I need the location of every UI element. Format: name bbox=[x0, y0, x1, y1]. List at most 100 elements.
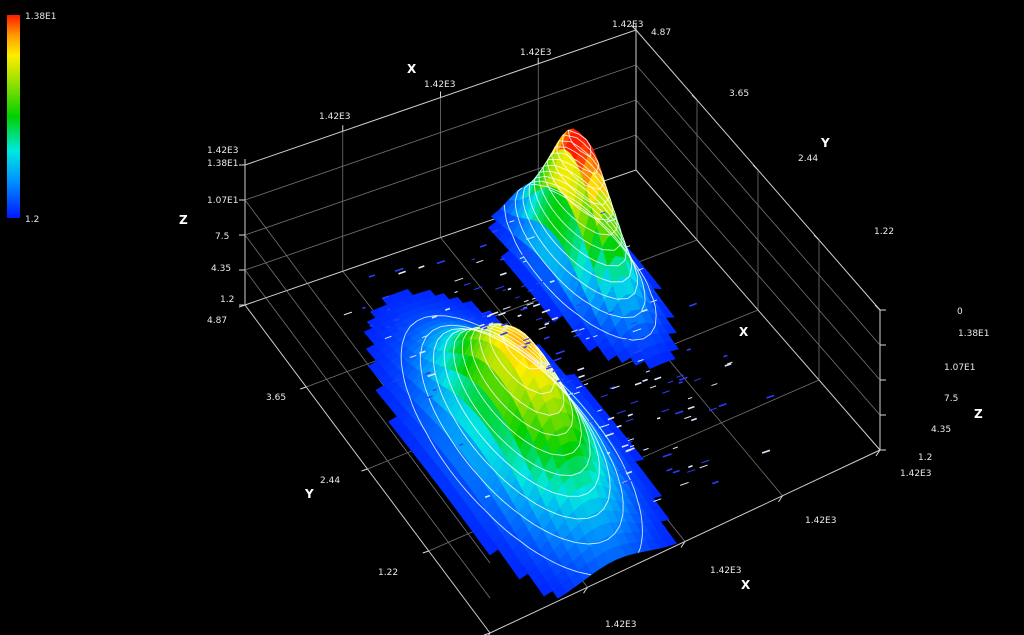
contour-line bbox=[589, 154, 592, 157]
surface-noise-fragment bbox=[538, 326, 547, 330]
contour-line bbox=[454, 340, 456, 344]
surface-noise-fragment bbox=[643, 447, 649, 451]
contour-line bbox=[433, 349, 435, 356]
x-tick-label: 1.42E3 bbox=[424, 80, 455, 90]
y-tick-label: 1.22 bbox=[378, 568, 398, 578]
plot-3d-canvas[interactable]: 1.38E1 1.2 1.38E1 1.07E1 7.5 4.35 1.2 Z … bbox=[0, 0, 1024, 635]
surface-noise-fragment bbox=[479, 243, 487, 248]
surface-noise-fragment bbox=[616, 424, 622, 428]
surface-noise-fragment bbox=[666, 468, 673, 472]
contour-line bbox=[562, 134, 564, 143]
y-axis-right: 3.65 2.44 1.22 0 Y bbox=[729, 89, 963, 317]
z-tick-label: 1.38E1 bbox=[958, 329, 989, 339]
y-tick-label: 1.22 bbox=[874, 227, 894, 237]
contour-line bbox=[514, 198, 517, 201]
surface-noise-fragment bbox=[502, 289, 507, 292]
colorbar-max-label: 1.38E1 bbox=[25, 12, 56, 22]
contour-line bbox=[636, 498, 638, 501]
x-axis-title-mid: X bbox=[739, 325, 749, 339]
surface-noise-fragment bbox=[694, 377, 702, 382]
contour-line bbox=[654, 307, 657, 314]
surface-noise-fragment bbox=[454, 277, 464, 282]
z-tick-label: 1.07E1 bbox=[944, 363, 975, 373]
surface-noise-fragment bbox=[686, 468, 696, 473]
x-near-end-label: 1.42E3 bbox=[900, 469, 931, 479]
contour-line bbox=[597, 162, 600, 165]
y-tick bbox=[300, 386, 307, 390]
colorbar-gradient bbox=[7, 15, 20, 218]
surface-noise-fragment bbox=[600, 394, 608, 398]
colorbar-min-label: 1.2 bbox=[25, 215, 39, 225]
contour-line bbox=[559, 474, 572, 476]
y-tick bbox=[874, 304, 881, 311]
wall-grid-line bbox=[635, 99, 881, 381]
x-tick-label: 1.42E3 bbox=[710, 566, 741, 576]
z-axis-title: Z bbox=[179, 213, 188, 227]
surface-noise-fragment bbox=[394, 267, 404, 273]
surface-noise-fragment bbox=[523, 299, 529, 303]
surface-noise-fragment bbox=[476, 259, 484, 264]
surface-noise-fragment bbox=[761, 449, 771, 454]
contour-line bbox=[519, 540, 522, 542]
y-max-top-label: 4.87 bbox=[651, 28, 671, 38]
contour-line bbox=[442, 333, 444, 335]
surface-noise-fragment bbox=[495, 285, 505, 290]
surface-noise-fragment bbox=[454, 291, 458, 294]
z-axis-title-right: Z bbox=[974, 407, 983, 421]
y-axis-title-left: Y bbox=[304, 487, 314, 501]
contour-line bbox=[487, 334, 490, 336]
contour-line bbox=[638, 338, 644, 340]
y-axis-title-right: Y bbox=[820, 136, 830, 150]
surface-noise-fragment bbox=[642, 378, 648, 383]
y-tick-label: 2.44 bbox=[320, 476, 340, 486]
surface-noise-fragment bbox=[577, 333, 582, 336]
surface-noise-fragment bbox=[386, 308, 391, 312]
colorbar: 1.38E1 1.2 bbox=[7, 12, 56, 225]
surface-noise-fragment bbox=[718, 402, 727, 408]
surface-noise-fragment bbox=[555, 350, 565, 355]
contour-line bbox=[476, 474, 479, 476]
surface-noise-fragment bbox=[507, 287, 512, 291]
contour-line bbox=[577, 414, 579, 417]
x-tick-label: 1.42E3 bbox=[605, 620, 636, 630]
surface-noise-fragment bbox=[616, 410, 626, 415]
surface-noise-fragment bbox=[701, 459, 710, 464]
contour-line bbox=[544, 164, 555, 167]
x-axis-title-near: X bbox=[741, 578, 751, 592]
x-tick-label: 1.42E3 bbox=[805, 516, 836, 526]
x-tick-label: 1.42E3 bbox=[319, 112, 350, 122]
surface-noise-fragment bbox=[686, 348, 692, 352]
surface-noise-fragment bbox=[577, 367, 585, 372]
surface-noise-fragment bbox=[535, 317, 543, 321]
z-tick-label: 4.35 bbox=[211, 264, 231, 274]
y-tick bbox=[813, 234, 820, 241]
surface-noise-fragment bbox=[630, 400, 639, 405]
contour-line bbox=[471, 379, 473, 382]
surface-noise-fragment bbox=[699, 464, 708, 469]
contour-line bbox=[408, 395, 411, 398]
surface-noise-fragment bbox=[684, 415, 692, 420]
surface-noise-fragment bbox=[584, 383, 589, 386]
z-tick-label: 7.5 bbox=[215, 232, 229, 242]
contour-line bbox=[507, 427, 510, 429]
surface-noise-fragment bbox=[625, 418, 634, 423]
y-tick-label: 2.44 bbox=[798, 154, 818, 164]
surface-noise-fragment bbox=[654, 376, 662, 381]
z-tick-label: 1.2 bbox=[918, 453, 932, 463]
contour-line bbox=[576, 517, 586, 520]
surface-noise-fragment bbox=[691, 417, 698, 422]
surface-noise-fragment bbox=[661, 408, 670, 413]
surface-noise-fragment bbox=[649, 385, 657, 389]
surface-noise-fragment bbox=[520, 306, 528, 311]
y-tick bbox=[422, 550, 429, 554]
contour-line bbox=[522, 192, 524, 200]
contour-line bbox=[402, 371, 404, 375]
z-tick-label: 1.38E1 bbox=[207, 159, 238, 169]
surface-noise-fragment bbox=[687, 396, 693, 400]
y-tick-label: 3.65 bbox=[729, 89, 749, 99]
surface-noise-fragment bbox=[502, 306, 511, 310]
surface-noise-fragment bbox=[680, 481, 689, 486]
z-tick-label: 4.35 bbox=[931, 425, 951, 435]
surface-noise-fragment bbox=[712, 480, 719, 485]
surface-noise-fragment bbox=[436, 259, 446, 265]
